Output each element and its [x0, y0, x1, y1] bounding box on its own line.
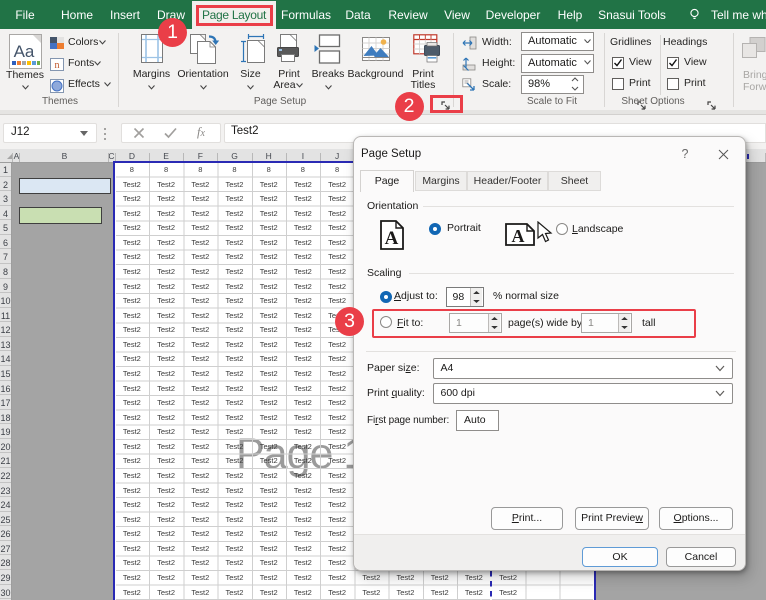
- svg-text:n: n: [55, 60, 60, 71]
- svg-text:Aa: Aa: [14, 42, 35, 61]
- svg-text:A: A: [385, 228, 399, 249]
- svg-text:A: A: [512, 226, 525, 246]
